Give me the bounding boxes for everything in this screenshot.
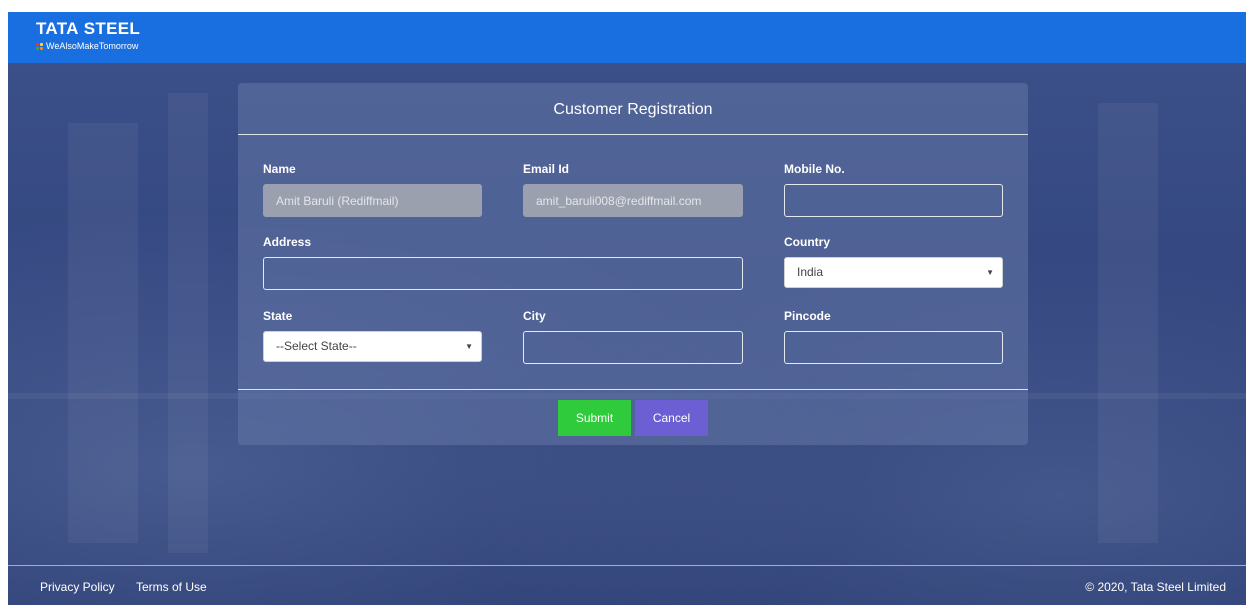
brand-mark-icon bbox=[36, 42, 43, 50]
state-label: State bbox=[263, 309, 293, 323]
copyright-text: © 2020, Tata Steel Limited bbox=[1085, 580, 1226, 594]
brand-name-rest: STEEL bbox=[78, 19, 141, 38]
brand-tagline-row: WeAlsoMakeTomorrow bbox=[36, 41, 138, 51]
brand-logo[interactable]: TATA STEEL bbox=[36, 20, 140, 37]
mobile-label: Mobile No. bbox=[784, 162, 845, 176]
country-selected-value: India bbox=[797, 265, 824, 279]
email-label: Email Id bbox=[523, 162, 570, 176]
address-field[interactable] bbox=[263, 257, 743, 290]
city-field[interactable] bbox=[523, 331, 743, 364]
footer: Privacy Policy Terms of Use © 2020, Tata… bbox=[8, 565, 1246, 605]
form-divider bbox=[238, 389, 1028, 390]
country-label: Country bbox=[784, 235, 830, 249]
name-field bbox=[263, 184, 482, 217]
chevron-down-icon: ▼ bbox=[986, 268, 994, 277]
form-title: Customer Registration bbox=[238, 83, 1028, 135]
chevron-down-icon: ▼ bbox=[465, 342, 473, 351]
state-select[interactable]: --Select State-- ▼ bbox=[263, 331, 482, 362]
pincode-label: Pincode bbox=[784, 309, 831, 323]
cancel-button[interactable]: Cancel bbox=[635, 400, 708, 436]
brand-tagline: WeAlsoMakeTomorrow bbox=[46, 41, 139, 51]
submit-button[interactable]: Submit bbox=[558, 400, 631, 436]
state-selected-value: --Select State-- bbox=[276, 339, 357, 353]
registration-panel: Customer Registration Name Email Id Mobi… bbox=[238, 83, 1028, 445]
brand-name-bold: TATA bbox=[36, 19, 79, 38]
address-label: Address bbox=[263, 235, 312, 249]
country-select[interactable]: India ▼ bbox=[784, 257, 1003, 288]
mobile-field[interactable] bbox=[784, 184, 1003, 217]
privacy-policy-link[interactable]: Privacy Policy bbox=[40, 580, 115, 594]
top-header: TATA STEEL WeAlsoMakeTomorrow bbox=[8, 12, 1246, 63]
city-label: City bbox=[523, 309, 546, 323]
name-label: Name bbox=[263, 162, 296, 176]
app-frame: TATA STEEL WeAlsoMakeTomorrow Customer R… bbox=[8, 12, 1246, 605]
email-field bbox=[523, 184, 743, 217]
terms-of-use-link[interactable]: Terms of Use bbox=[136, 580, 207, 594]
pincode-field[interactable] bbox=[784, 331, 1003, 364]
